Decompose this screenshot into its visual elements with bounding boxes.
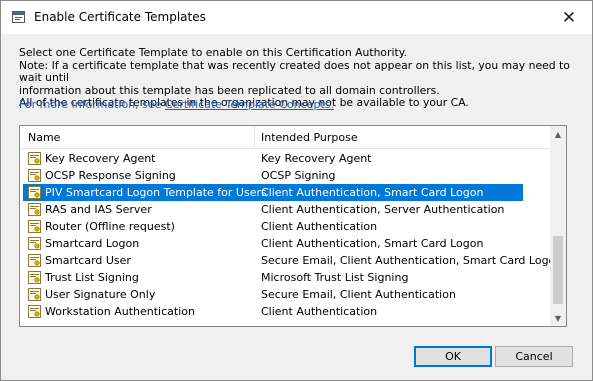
cancel-button[interactable]: Cancel [495, 346, 573, 367]
vertical-scrollbar[interactable]: ▲ ▼ [550, 126, 566, 326]
template-name: Key Recovery Agent [45, 152, 156, 165]
list-row-selected[interactable]: PIV Smartcard Logon Template for Users Cl… [23, 184, 523, 201]
list-row[interactable]: RAS and IAS Server Client Authentication,… [23, 201, 523, 218]
certificate-template-icon [28, 271, 41, 284]
template-intended-purpose: Key Recovery Agent [261, 152, 372, 165]
scrollbar-thumb[interactable] [553, 236, 563, 304]
template-intended-purpose: OCSP Signing [261, 169, 336, 182]
scroll-down-arrow-icon[interactable]: ▼ [550, 310, 566, 326]
certificate-template-icon [28, 288, 41, 301]
template-name: RAS and IAS Server [45, 203, 152, 216]
instruction-line: Note: If a certificate template that was… [19, 58, 570, 85]
certificate-template-icon [28, 169, 41, 182]
instruction-line: Select one Certificate Template to enabl… [19, 46, 407, 59]
template-intended-purpose: Client Authentication, Server Authentica… [261, 203, 505, 216]
ok-button[interactable]: OK [414, 346, 492, 367]
more-info-line: For more information, see Certificate Te… [19, 98, 334, 111]
template-name: PIV Smartcard Logon Template for Users [45, 186, 267, 199]
list-header: Name Intended Purpose [20, 126, 550, 149]
list-row[interactable]: Trust List Signing Microsoft Trust List S… [23, 269, 523, 286]
more-info-prefix: For more information, see [19, 98, 165, 111]
list-row[interactable]: Key Recovery Agent Key Recovery Agent [23, 150, 523, 167]
column-header-intended-purpose[interactable]: Intended Purpose [261, 131, 358, 144]
dialog-app-icon [12, 11, 25, 23]
template-intended-purpose: Client Authentication [261, 305, 378, 318]
title-bar[interactable]: Enable Certificate Templates ✕ [1, 1, 592, 34]
template-name: Smartcard User [45, 254, 131, 267]
certificate-template-icon [28, 237, 41, 250]
template-intended-purpose: Secure Email, Client Authentication, Sma… [261, 254, 563, 267]
column-divider[interactable] [254, 126, 255, 148]
template-name: Smartcard Logon [45, 237, 140, 250]
certificate-template-concepts-link[interactable]: Certificate Template Concepts. [165, 98, 334, 111]
list-row[interactable]: Smartcard Logon Client Authentication, Sm… [23, 235, 523, 252]
template-name: User Signature Only [45, 288, 156, 301]
template-name: Router (Offline request) [45, 220, 175, 233]
certificate-templates-list[interactable]: Name Intended Purpose Key Recovery Agent… [19, 125, 567, 327]
dialog-window: Enable Certificate Templates ✕ Select on… [0, 0, 593, 381]
certificate-template-icon [28, 305, 41, 318]
template-intended-purpose: Microsoft Trust List Signing [261, 271, 409, 284]
template-name: Workstation Authentication [45, 305, 195, 318]
scroll-up-arrow-icon[interactable]: ▲ [550, 126, 566, 142]
dialog-title: Enable Certificate Templates [34, 10, 206, 24]
certificate-template-icon [28, 203, 41, 216]
certificate-template-icon [28, 220, 41, 233]
close-button[interactable]: ✕ [546, 1, 592, 34]
template-name: OCSP Response Signing [45, 169, 176, 182]
template-intended-purpose: Secure Email, Client Authentication [261, 288, 456, 301]
certificate-template-icon [28, 186, 41, 199]
template-intended-purpose: Client Authentication, Smart Card Logon [261, 186, 484, 199]
column-header-name[interactable]: Name [28, 131, 60, 144]
list-row[interactable]: Router (Offline request) Client Authentic… [23, 218, 523, 235]
template-intended-purpose: Client Authentication, Smart Card Logon [261, 237, 484, 250]
template-intended-purpose: Client Authentication [261, 220, 378, 233]
list-row[interactable]: User Signature Only Secure Email, Client … [23, 286, 523, 303]
certificate-template-icon [28, 152, 41, 165]
close-icon: ✕ [561, 7, 577, 28]
list-row[interactable]: OCSP Response Signing OCSP Signing [23, 167, 523, 184]
list-row[interactable]: Smartcard User Secure Email, Client Authe… [23, 252, 562, 269]
template-name: Trust List Signing [45, 271, 139, 284]
certificate-template-icon [28, 254, 41, 267]
list-row[interactable]: Workstation Authentication Client Authent… [23, 303, 523, 320]
